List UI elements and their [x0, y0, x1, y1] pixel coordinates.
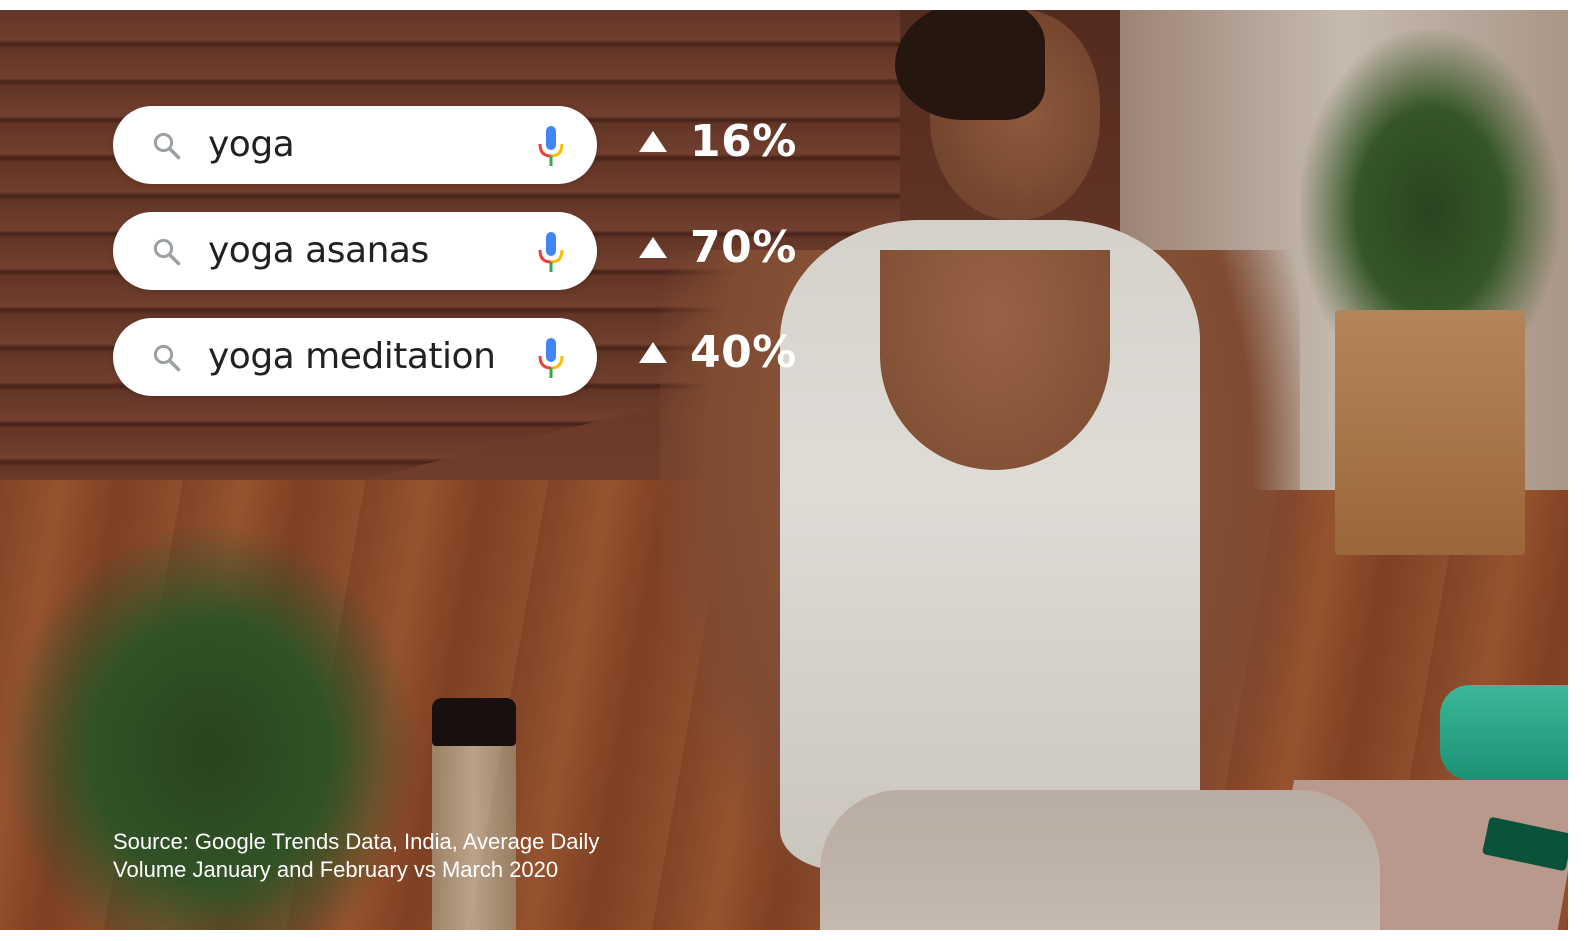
search-query: yoga meditation [208, 336, 496, 377]
trend-value: 70% [690, 221, 797, 273]
up-triangle-icon [639, 237, 667, 258]
search-bar-yoga[interactable]: yoga [113, 106, 597, 184]
search-bar-yoga-asanas[interactable]: yoga asanas [113, 212, 597, 290]
microphone-icon[interactable] [537, 338, 565, 380]
up-triangle-icon [639, 342, 667, 363]
search-icon [153, 344, 181, 372]
up-triangle-icon [639, 131, 667, 152]
microphone-icon[interactable] [537, 232, 565, 274]
trend-value: 16% [690, 115, 797, 167]
trend-stat-yoga-meditation: 40% [638, 322, 797, 382]
search-query: yoga asanas [208, 230, 429, 271]
search-icon [153, 132, 181, 160]
search-icon [153, 238, 181, 266]
source-note: Source: Google Trends Data, India, Avera… [113, 829, 600, 882]
trend-stat-yoga-asanas: 70% [638, 217, 797, 277]
search-bar-yoga-meditation[interactable]: yoga meditation [113, 318, 597, 396]
search-query: yoga [208, 124, 295, 165]
microphone-icon[interactable] [537, 126, 565, 168]
trend-value: 40% [690, 326, 797, 378]
trend-stat-yoga: 16% [638, 111, 797, 171]
